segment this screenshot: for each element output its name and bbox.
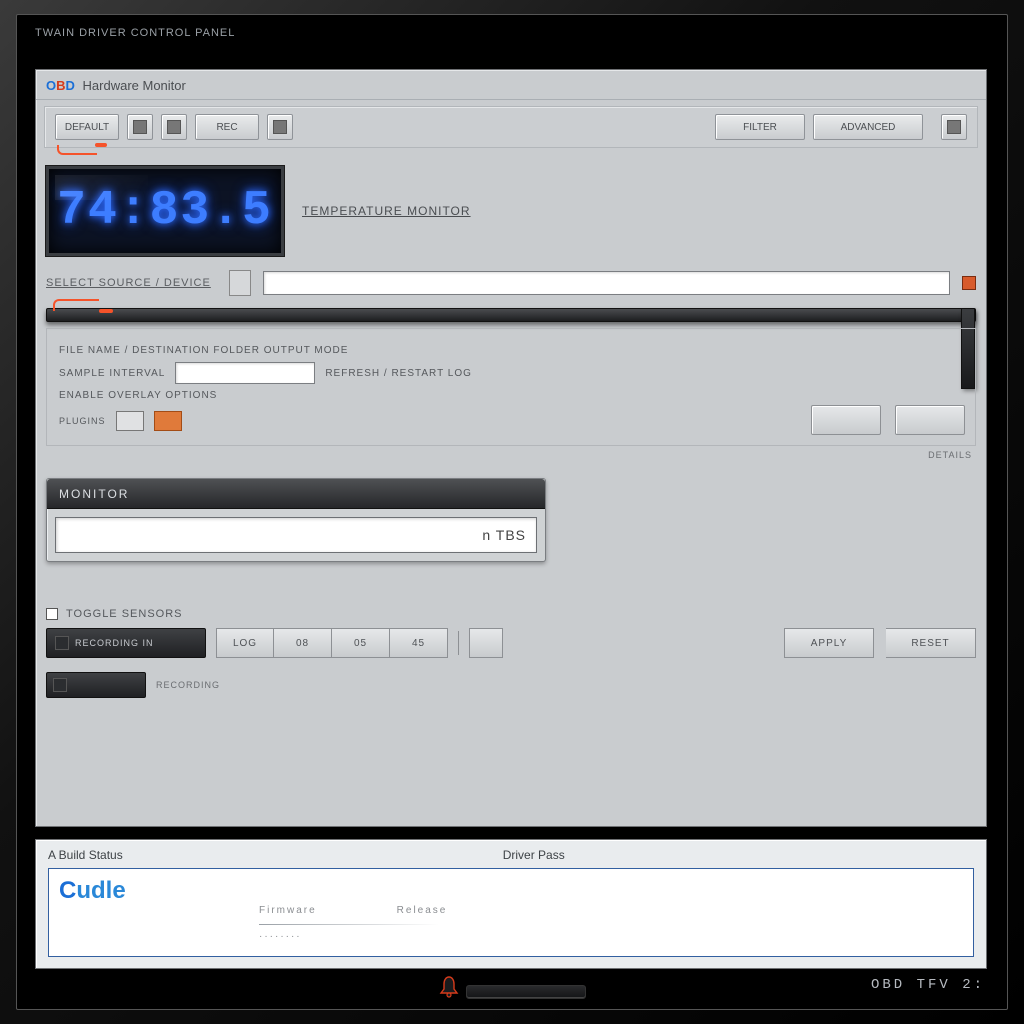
plugin-chip-1[interactable] — [116, 411, 144, 431]
brand-letter-3: D — [66, 78, 75, 93]
restart-label: REFRESH / RESTART LOG — [325, 368, 472, 379]
segment-btn-4[interactable]: 45 — [390, 628, 448, 658]
interval-label: SAMPLE INTERVAL — [59, 368, 165, 379]
options-side-button-2[interactable] — [895, 405, 965, 435]
segment-group: LOG 08 05 45 — [216, 628, 448, 658]
toolbar-advanced-button[interactable]: ADVANCED — [813, 114, 923, 140]
details-label: DETAILS — [46, 450, 972, 460]
toolbar-filter-button[interactable]: FILTER — [715, 114, 805, 140]
recording-label: RECORDING IN — [75, 638, 154, 648]
square-icon — [133, 120, 147, 134]
gear-icon — [947, 120, 961, 134]
section-separator-bar — [46, 308, 976, 322]
cable-connector-icon — [53, 299, 99, 311]
recording-mini-indicator — [46, 672, 146, 698]
source-label: SELECT SOURCE / DEVICE — [46, 277, 211, 289]
segment-btn-3[interactable]: 05 — [332, 628, 390, 658]
status-corner: OBD TFV 2: — [871, 977, 985, 993]
monitor-module: MONITOR n TBS — [46, 478, 546, 562]
recording-mini-label: RECORDING — [156, 680, 220, 690]
device-icon — [229, 270, 251, 296]
options-group: FILE NAME / DESTINATION FOLDER OUTPUT MO… — [46, 328, 976, 446]
toolbar-rec-button[interactable]: REC — [195, 114, 259, 140]
panel-title: OBD Hardware Monitor — [36, 70, 986, 100]
browse-icon[interactable] — [962, 276, 976, 290]
toolbar-default-button[interactable]: DEFAULT — [55, 114, 119, 140]
options-row-1: FILE NAME / DESTINATION FOLDER OUTPUT MO… — [59, 345, 963, 356]
brand-letter-2: B — [56, 78, 65, 93]
info-box: Cudle Firmware Release ········ — [48, 868, 974, 957]
toolbar-icon-1[interactable] — [127, 114, 153, 140]
info-left-heading: A Build Status — [48, 848, 123, 862]
interval-input[interactable] — [175, 362, 315, 384]
plugins-label: PLUGINS — [59, 416, 106, 426]
monitor-module-title: MONITOR — [47, 479, 545, 509]
bottom-dock — [438, 975, 586, 999]
firmware-label: Firmware — [259, 905, 317, 916]
apply-button[interactable]: APPLY — [784, 628, 874, 658]
square-icon — [167, 120, 181, 134]
recording-indicator: RECORDING IN — [46, 628, 206, 658]
reset-button[interactable]: RESET — [886, 628, 976, 658]
divider — [259, 924, 439, 925]
lcd-display: 74:83.5 — [46, 166, 284, 256]
toolbar-icon-2[interactable] — [161, 114, 187, 140]
toolbar-icon-3[interactable] — [267, 114, 293, 140]
source-path-input[interactable] — [263, 271, 950, 295]
segment-btn-2[interactable]: 08 — [274, 628, 332, 658]
lcd-label: TEMPERATURE MONITOR — [302, 204, 471, 218]
product-brand: Cudle — [59, 877, 126, 905]
release-label: Release — [397, 905, 448, 916]
options-side-button-1[interactable] — [811, 405, 881, 435]
panel-subtitle: Hardware Monitor — [83, 78, 186, 93]
segment-btn-1[interactable]: LOG — [216, 628, 274, 658]
toggle-label: TOGGLE SENSORS — [66, 608, 183, 620]
cable-connector-icon — [57, 145, 97, 155]
brand-letter-1: O — [46, 78, 56, 93]
dock-tray[interactable] — [466, 985, 586, 999]
info-right-heading: Driver Pass — [503, 848, 565, 862]
main-panel: OBD Hardware Monitor DEFAULT REC FILTER … — [35, 69, 987, 827]
record-icon — [53, 678, 67, 692]
square-icon — [273, 120, 287, 134]
monitor-input-value: n TBS — [482, 527, 526, 543]
record-icon — [55, 636, 69, 650]
toggle-checkbox[interactable] — [46, 608, 58, 620]
alert-indicator-icon — [438, 975, 460, 999]
toolbar: DEFAULT REC FILTER ADVANCED — [44, 106, 978, 148]
window-title: TWAIN DRIVER CONTROL PANEL — [17, 15, 1007, 55]
segment-small-button[interactable] — [469, 628, 503, 658]
overlay-label: ENABLE OVERLAY OPTIONS — [59, 390, 963, 401]
monitor-input[interactable]: n TBS — [55, 517, 537, 553]
toolbar-settings-icon[interactable] — [941, 114, 967, 140]
firmware-value: ········ — [259, 931, 302, 942]
separator — [458, 631, 459, 655]
plugin-chip-active[interactable] — [154, 411, 182, 431]
info-panel: A Build Status Driver Pass Cudle Firmwar… — [35, 839, 987, 969]
